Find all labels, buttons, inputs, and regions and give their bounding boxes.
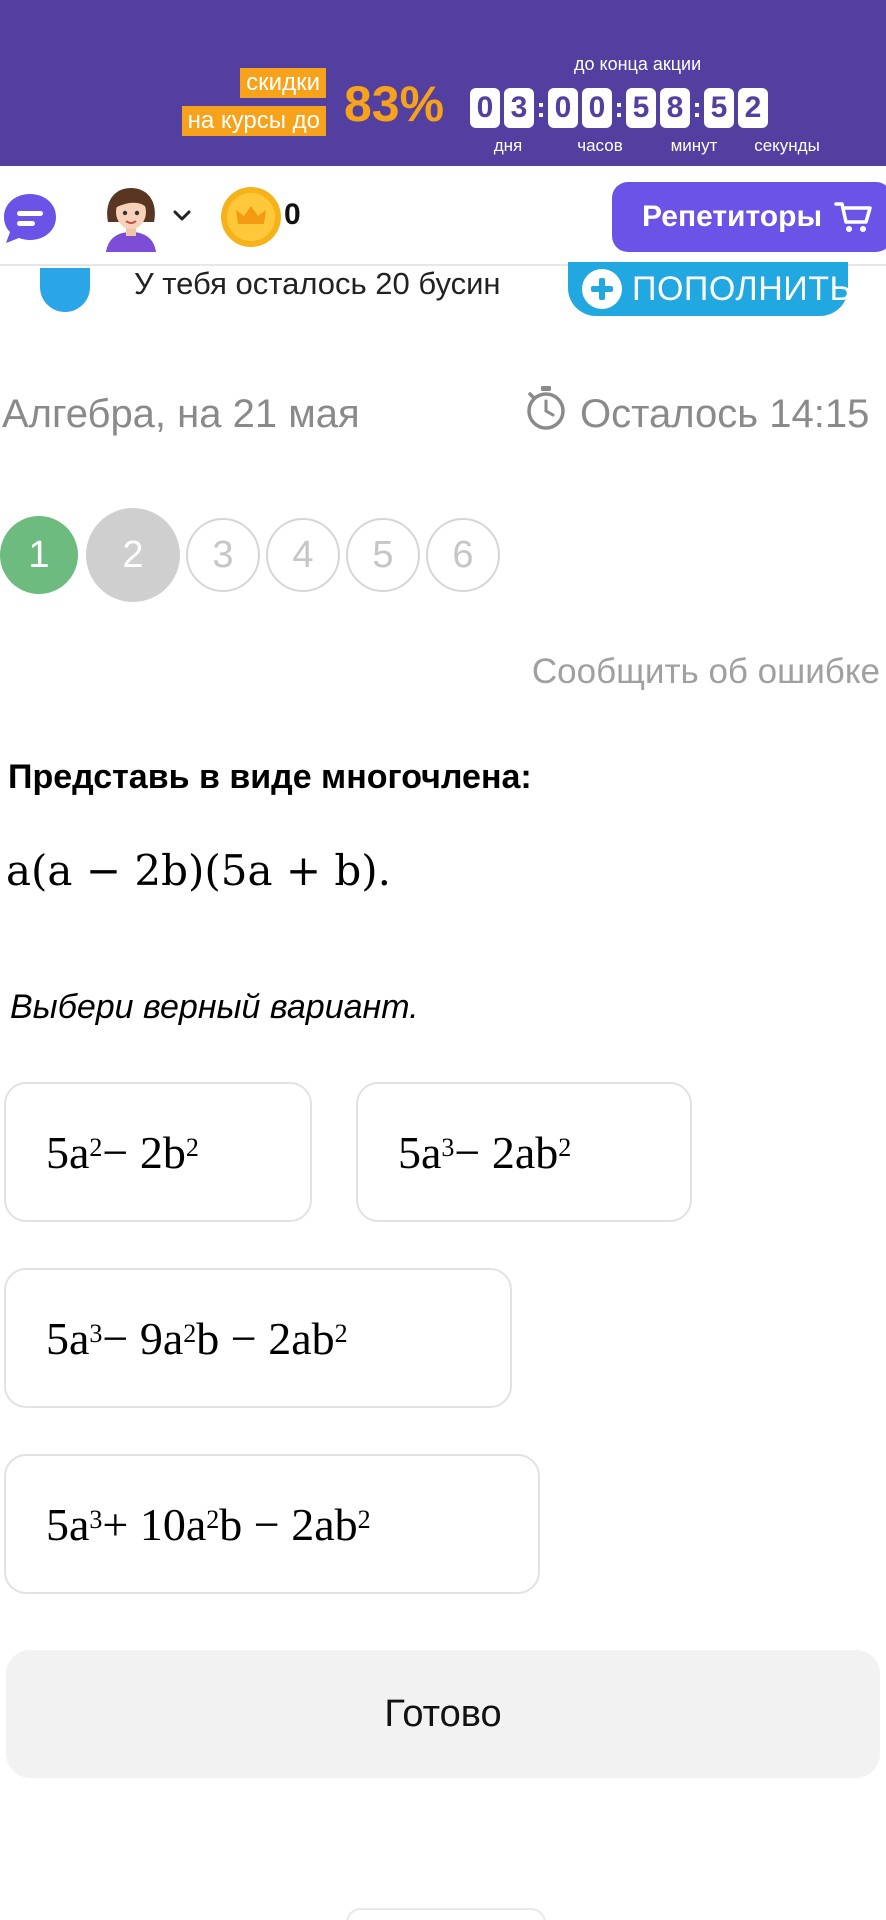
- option-text: 5a: [46, 1498, 90, 1550]
- timer-unit-days: дня: [493, 136, 523, 155]
- option-exponent: 3: [89, 1319, 103, 1348]
- crown-coin-icon[interactable]: [220, 186, 282, 248]
- option-text: b − 2ab: [219, 1498, 358, 1550]
- task-title: Представь в виде многочлена:: [8, 758, 532, 796]
- question-step-4[interactable]: 4: [266, 518, 340, 592]
- answer-option-3[interactable]: 5a 3 − 9a 2 b − 2ab 2: [4, 1268, 512, 1408]
- timer-minutes: 5 8: [626, 88, 690, 128]
- plus-icon: [582, 269, 622, 309]
- topup-button[interactable]: ПОПОЛНИТЬ: [568, 262, 852, 316]
- beads-remaining-text: У тебя осталось 20 бусин: [134, 266, 501, 301]
- task-expression: a(a − 2b)(5a + b).: [6, 846, 392, 895]
- timer-separator: :: [692, 92, 702, 123]
- chat-bubble-icon[interactable]: [2, 190, 58, 246]
- option-exponent: 2: [89, 1133, 103, 1162]
- answer-option-1[interactable]: 5a 2 − 2b 2: [4, 1082, 312, 1222]
- done-button-label: Готово: [384, 1692, 502, 1735]
- timer-separator: :: [614, 92, 624, 123]
- coin-count: 0: [284, 198, 301, 231]
- done-button[interactable]: Готово: [6, 1650, 880, 1778]
- promo-until-label: до конца акции: [574, 54, 702, 74]
- tutors-button[interactable]: Репетиторы: [612, 182, 886, 252]
- timer-digit: 0: [548, 88, 578, 128]
- timer-digit: 5: [704, 88, 734, 128]
- report-error-link[interactable]: Сообщить об ошибке: [532, 652, 880, 692]
- promo-label-line1: скидки: [240, 68, 326, 98]
- bead-icon: [40, 268, 90, 312]
- promo-percent: 83%: [344, 76, 445, 132]
- chevron-down-icon[interactable]: [170, 206, 194, 226]
- timer-unit-hours: часов: [577, 136, 623, 155]
- bottom-sheet-handle: [346, 1908, 546, 1920]
- timer-digit: 0: [582, 88, 612, 128]
- option-text: − 2ab: [454, 1126, 559, 1178]
- timer-seconds: 5 2: [704, 88, 768, 128]
- option-text: + 10a: [102, 1498, 207, 1550]
- timer-digit: 2: [738, 88, 768, 128]
- promo-label: скидки на курсы до: [170, 68, 326, 138]
- option-exponent: 2: [185, 1133, 199, 1162]
- topup-button-label: ПОПОЛНИТЬ: [632, 269, 853, 308]
- timer-unit-minutes: минут: [670, 136, 718, 155]
- question-step-5[interactable]: 5: [346, 518, 420, 592]
- timer-unit-seconds: секунды: [754, 136, 820, 155]
- countdown-timer: 0 3 : 0 0 : 5 8 : 5 2: [470, 88, 768, 128]
- option-text: − 9a: [102, 1312, 184, 1364]
- cart-icon: [834, 202, 872, 232]
- task-hint: Выбери верный вариант.: [10, 988, 419, 1026]
- timer-digit: 8: [660, 88, 690, 128]
- timer-separator: :: [536, 92, 546, 123]
- promo-banner[interactable]: скидки на курсы до 83% до конца акции 0 …: [0, 0, 886, 166]
- timer-digit: 3: [504, 88, 534, 128]
- answer-option-4[interactable]: 5a 3 + 10a 2 b − 2ab 2: [4, 1454, 540, 1594]
- option-exponent: 2: [357, 1505, 371, 1534]
- promo-label-line2: на курсы до: [181, 106, 326, 136]
- top-nav: 0 Репетиторы: [0, 166, 886, 266]
- option-text: b − 2ab: [196, 1312, 335, 1364]
- timer-days: 0 3: [470, 88, 534, 128]
- lesson-subject: Алгебра, на 21 мая: [2, 392, 360, 436]
- answer-option-2[interactable]: 5a 3 − 2ab 2: [356, 1082, 692, 1222]
- option-exponent: 3: [441, 1133, 455, 1162]
- girl-avatar-icon[interactable]: [100, 182, 162, 252]
- timer-digit: 0: [470, 88, 500, 128]
- option-exponent: 2: [206, 1505, 220, 1534]
- timer-hours: 0 0: [548, 88, 612, 128]
- tutors-button-label: Репетиторы: [642, 200, 823, 233]
- question-step-3[interactable]: 3: [186, 518, 260, 592]
- stopwatch-icon: [527, 386, 565, 430]
- option-exponent: 3: [89, 1505, 103, 1534]
- time-left: Осталось 14:15: [580, 392, 870, 436]
- timer-digit: 5: [626, 88, 656, 128]
- option-exponent: 2: [183, 1319, 197, 1348]
- question-step-1[interactable]: 1: [0, 516, 78, 594]
- option-text: − 2b: [102, 1126, 186, 1178]
- question-step-2[interactable]: 2: [86, 508, 180, 602]
- option-text: 5a: [46, 1312, 90, 1364]
- question-step-6[interactable]: 6: [426, 518, 500, 592]
- option-exponent: 2: [334, 1319, 348, 1348]
- option-text: 5a: [46, 1126, 90, 1178]
- option-exponent: 2: [558, 1133, 572, 1162]
- option-text: 5a: [398, 1126, 442, 1178]
